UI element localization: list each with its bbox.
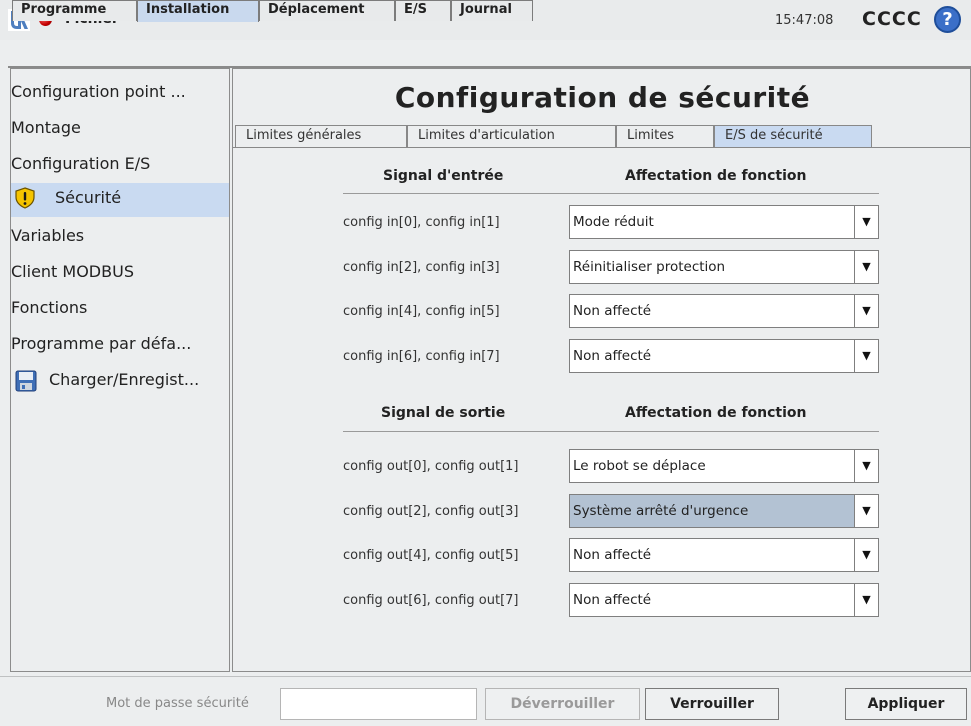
footer-divider [0,676,971,677]
sidebar-item-label: Sécurité [55,188,122,207]
output-function-header: Affectation de fonction [625,405,807,421]
input-signal-label: config in[0], config in[1] [343,215,500,230]
sidebar-item-programme-par-defaut[interactable]: Programme par défa... [11,329,229,363]
sidebar-item-fonctions[interactable]: Fonctions [11,293,229,327]
unlock-button[interactable]: Déverrouiller [485,688,640,720]
chevron-down-icon[interactable]: ▼ [854,584,878,616]
sidebar-item-label: Configuration E/S [11,154,151,173]
input-signal-label: config in[4], config in[5] [343,304,500,319]
tab-limites-articulation[interactable]: Limites d'articulation [407,125,616,147]
dropdown-value: Réinitialiser protection [573,259,726,275]
sidebar-item-securite[interactable]: Sécurité [11,183,229,217]
chevron-down-icon[interactable]: ▼ [854,340,878,372]
input-signal-label: config in[2], config in[3] [343,260,500,275]
chevron-down-icon[interactable]: ▼ [854,450,878,482]
divider [343,193,879,194]
tab-journal[interactable]: Journal [451,0,533,21]
output-function-dropdown[interactable]: Non affecté ▼ [569,538,879,572]
dropdown-value: Non affecté [573,303,652,319]
sidebar-item-label: Variables [11,226,85,245]
output-signal-label: config out[2], config out[3] [343,504,519,519]
output-function-dropdown[interactable]: Système arrêté d'urgence ▼ [569,494,879,528]
password-label: Mot de passe sécurité [106,696,249,711]
dropdown-value: Système arrêté d'urgence [573,503,749,519]
dropdown-value: Mode réduit [573,214,654,230]
sidebar-item-label: Configuration point ... [11,82,186,101]
output-signal-header: Signal de sortie [381,405,506,421]
dropdown-value: Non affecté [573,547,652,563]
tab-limites-generales[interactable]: Limites générales [235,125,407,147]
input-function-dropdown[interactable]: Non affecté ▼ [569,339,879,373]
input-function-header: Affectation de fonction [625,168,807,184]
input-function-dropdown[interactable]: Réinitialiser protection ▼ [569,250,879,284]
output-signal-label: config out[0], config out[1] [343,459,519,474]
main-panel: Configuration de sécurité Limites généra… [232,68,971,672]
password-field[interactable] [280,688,477,720]
dropdown-value: Le robot se déplace [573,458,706,474]
chevron-down-icon[interactable]: ▼ [854,206,878,238]
tab-es[interactable]: E/S [395,0,451,21]
chevron-down-icon[interactable]: ▼ [854,295,878,327]
sidebar-item-configuration-es[interactable]: Configuration E/S [11,149,229,183]
dropdown-value: Non affecté [573,592,652,608]
robot-name: CCCC [862,8,922,30]
help-icon[interactable]: ? [934,6,961,33]
tab-limites[interactable]: Limites [616,125,714,147]
output-function-dropdown[interactable]: Le robot se déplace ▼ [569,449,879,483]
lock-button[interactable]: Verrouiller [645,688,779,720]
output-signal-label: config out[4], config out[5] [343,548,519,563]
output-signal-label: config out[6], config out[7] [343,593,519,608]
chevron-down-icon[interactable]: ▼ [854,495,878,527]
sidebar-item-label: Fonctions [11,298,88,317]
sidebar-item-label: Client MODBUS [11,262,134,281]
sidebar-item-label: Programme par défa... [11,334,192,353]
sidebar-item-client-modbus[interactable]: Client MODBUS [11,257,229,291]
chevron-down-icon[interactable]: ▼ [854,251,878,283]
sidebar-item-variables[interactable]: Variables [11,221,229,255]
input-signal-label: config in[6], config in[7] [343,349,500,364]
tab-deplacement[interactable]: Déplacement [259,0,395,21]
page-title: Configuration de sécurité [394,81,811,114]
sidebar-item-label: Montage [11,118,81,137]
warning-shield-icon [15,187,35,209]
divider [343,431,879,432]
output-function-dropdown[interactable]: Non affecté ▼ [569,583,879,617]
floppy-disk-icon [15,370,37,392]
tab-installation[interactable]: Installation [137,0,259,22]
sidebar-item-charger-enregistrer[interactable]: Charger/Enregist... [11,365,229,399]
input-function-dropdown[interactable]: Mode réduit ▼ [569,205,879,239]
clock: 15:47:08 [775,13,834,28]
subtab-divider [233,147,971,148]
sidebar-item-configuration-point[interactable]: Configuration point ... [11,77,229,111]
tab-programme[interactable]: Programme [12,0,137,21]
tab-es-securite[interactable]: E/S de sécurité [714,125,872,147]
input-function-dropdown[interactable]: Non affecté ▼ [569,294,879,328]
dropdown-value: Non affecté [573,348,652,364]
sidebar-item-montage[interactable]: Montage [11,113,229,147]
input-signal-header: Signal d'entrée [383,168,504,184]
apply-button[interactable]: Appliquer [845,688,967,720]
sidebar: Configuration point ... Montage Configur… [10,68,230,672]
chevron-down-icon[interactable]: ▼ [854,539,878,571]
sidebar-item-label: Charger/Enregist... [49,370,200,389]
